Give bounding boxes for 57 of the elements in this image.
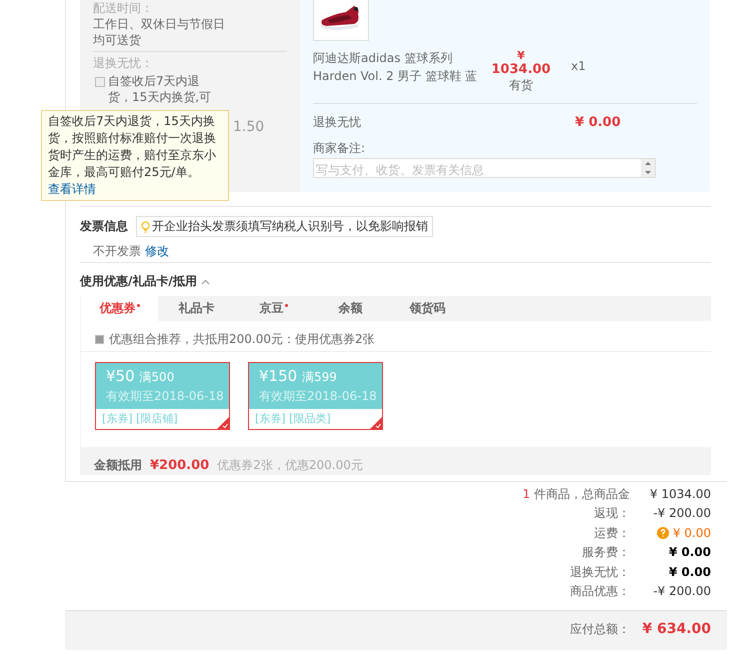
currency-sign: ¥ xyxy=(517,49,525,62)
discount-tab[interactable]: 领货码 xyxy=(389,296,466,321)
discount-tab[interactable]: 余额 xyxy=(312,296,389,321)
summary-value: ¥ 0.00 xyxy=(668,564,711,580)
stock-status: 有货 xyxy=(509,77,533,93)
delivery-label: 配送时间： xyxy=(93,0,154,16)
invoice-value: 不开发票 xyxy=(93,243,141,259)
help-icon[interactable] xyxy=(656,526,669,539)
invoice-title: 发票信息 xyxy=(80,218,128,235)
summary-value: -¥ 200.00 xyxy=(653,505,711,522)
scroll-arrows-icon xyxy=(641,159,655,177)
remark-label: 商家备注: xyxy=(313,140,366,156)
summary-value: ¥ 0.00 xyxy=(668,544,711,560)
service-price: ¥ 0.00 xyxy=(575,114,621,130)
quantity: x1 xyxy=(570,59,587,75)
deduction-note: 优惠券2张，优惠200.00元 xyxy=(217,457,363,473)
details-link[interactable]: 查看详情 xyxy=(48,182,96,196)
checkmark-icon xyxy=(370,417,382,429)
summary-value: ¥ 0.00 xyxy=(656,524,711,541)
summary-label: 退换无忧： xyxy=(569,564,630,580)
tooltip-text: 自签收后7天内退货，15天内换货，按照赔付标准赔付一次退换货时产生的运费，赔付至京东小金库，最高可赔付25元/单。 查看详情 xyxy=(48,114,216,196)
caret-icon[interactable] xyxy=(200,278,210,284)
coupon-tags: [东券] [限品类] xyxy=(255,410,369,428)
checkmark-icon xyxy=(217,417,229,429)
edit-link[interactable]: 修改 xyxy=(145,243,169,259)
total-amount: ¥ 634.00 xyxy=(642,621,711,639)
discount-tab[interactable]: 优惠券 xyxy=(81,296,158,321)
service-label: 退换无忧 xyxy=(313,114,361,130)
coupon-tags: [东券] [限店铺] xyxy=(102,410,216,428)
lightbulb-icon xyxy=(141,220,150,232)
summary-value: -¥ 200.00 xyxy=(653,583,711,600)
return-checkbox[interactable] xyxy=(95,77,105,87)
return-option-text: 自签收后7天内退货，15天内换货,可 xyxy=(108,73,212,105)
recommend-checkbox[interactable] xyxy=(95,334,104,344)
summary-label: 服务费： xyxy=(581,544,630,560)
discount-tab[interactable]: 京豆 xyxy=(235,296,312,321)
discount-title[interactable]: 使用优惠/礼品卡/抵用 xyxy=(80,273,197,290)
coupon-validity: 有效期至2018-06-18 xyxy=(259,388,378,405)
deduction-amount: ¥200.00 xyxy=(150,458,210,472)
invoice-tip-text: 开企业抬头发票须填写纳税人识别号，以免影响报销 xyxy=(152,218,428,235)
summary-label: 运费： xyxy=(593,524,630,541)
summary-label: 商品优惠： xyxy=(569,583,630,600)
deduction-label: 金额抵用 xyxy=(94,456,142,474)
discount-tab[interactable]: 礼品卡 xyxy=(158,296,235,321)
recommend-text: 优惠组合推荐，共抵用200.00元：使用优惠券2张 xyxy=(109,331,375,347)
product-price: 1034.00 xyxy=(491,62,551,77)
return-price: 1.50 xyxy=(233,119,266,135)
return-label: 退换无忧： xyxy=(93,55,154,71)
summary-label: 返现： xyxy=(593,505,630,522)
delivery-time: 工作日、双休日与节假日均可送货 xyxy=(93,16,226,48)
coupon-amount: ¥150 满599 xyxy=(259,366,338,387)
summary-label: 1 件商品，总商品金 xyxy=(522,486,630,502)
summary-value: ¥ 1034.00 xyxy=(650,486,711,502)
product-name[interactable]: 阿迪达斯adidas 篮球系列 Harden Vol. 2 男子 篮球鞋 蓝 xyxy=(313,49,481,93)
total-label: 应付总额： xyxy=(569,621,630,638)
coupon-validity: 有效期至2018-06-18 xyxy=(106,388,225,405)
coupon-amount: ¥50 满500 xyxy=(106,366,176,387)
